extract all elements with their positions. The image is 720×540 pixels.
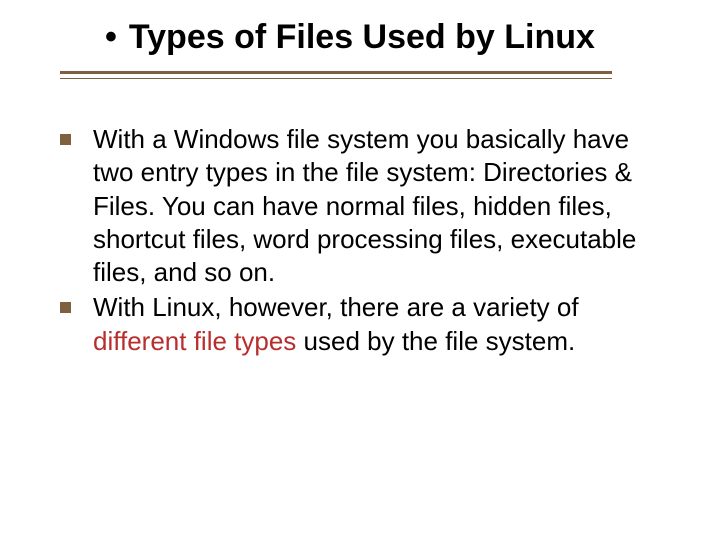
body-text: With Linux, however, there are a variety… [93, 291, 660, 358]
slide-title-row: • Types of Files Used by Linux [60, 18, 660, 69]
list-item: With a Windows file system you basically… [60, 123, 660, 289]
body-text: With a Windows file system you basically… [93, 123, 660, 289]
slide-body: With a Windows file system you basically… [60, 123, 660, 358]
slide: • Types of Files Used by Linux With a Wi… [0, 0, 720, 540]
title-underline-thick [60, 71, 612, 74]
title-underline-thin [60, 78, 612, 79]
title-bullet-icon: • [105, 20, 117, 54]
square-bullet-icon [60, 134, 71, 145]
square-bullet-icon [60, 302, 71, 313]
slide-title: Types of Files Used by Linux [129, 18, 595, 57]
list-item: With Linux, however, there are a variety… [60, 291, 660, 358]
